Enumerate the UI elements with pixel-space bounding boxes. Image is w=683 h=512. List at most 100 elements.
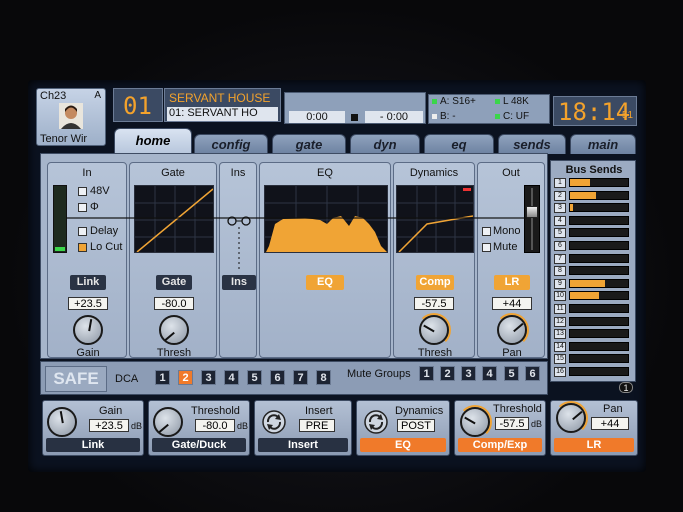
encoder-threshold-knob[interactable] <box>153 407 183 437</box>
eq-graph[interactable] <box>264 185 388 253</box>
encoder-comp-knob[interactable] <box>460 407 490 437</box>
tab-config[interactable]: config <box>194 134 268 154</box>
bus-send-row[interactable]: 12 <box>554 316 632 327</box>
bus-send-level[interactable] <box>569 354 629 364</box>
bus-send-row[interactable]: 16 <box>554 367 632 377</box>
encoder-pan-footer[interactable]: LR <box>554 438 634 452</box>
mute-group-6[interactable]: 6 <box>525 366 540 381</box>
bus-send-row[interactable]: 11 <box>554 304 632 314</box>
dca-button-7[interactable]: 7 <box>293 370 308 385</box>
bus-page-indicator[interactable]: 1 <box>619 382 633 393</box>
bus-send-row[interactable]: 3 <box>554 203 632 214</box>
bus-send-level[interactable] <box>569 367 629 376</box>
label-48v: 48V <box>90 185 110 197</box>
pan-knob[interactable] <box>497 315 527 345</box>
tab-dyn[interactable]: dyn <box>350 134 420 154</box>
lr-button[interactable]: LR <box>494 275 530 290</box>
encoder-gain[interactable]: Gain +23.5 dB Link <box>42 400 144 456</box>
bus-send-row[interactable]: 2 <box>554 190 632 201</box>
mute-group-5[interactable]: 5 <box>504 366 519 381</box>
fader-cap[interactable] <box>526 206 538 218</box>
bus-send-row[interactable]: 1 <box>554 178 632 188</box>
output-fader[interactable] <box>524 185 540 253</box>
mute-group-2[interactable]: 2 <box>440 366 455 381</box>
encoder-gain-footer[interactable]: Link <box>46 438 140 452</box>
encoder-threshold[interactable]: Threshold -80.0 dB Gate/Duck <box>148 400 250 456</box>
dca-button-3[interactable]: 3 <box>201 370 216 385</box>
gate-graph[interactable] <box>134 185 214 253</box>
encoder-dynamics[interactable]: Dynamics POST EQ <box>356 400 450 456</box>
safe-button[interactable]: SAFE <box>45 366 107 392</box>
link-button[interactable]: Link <box>70 275 106 290</box>
encoder-gain-knob[interactable] <box>47 407 77 437</box>
encoder-comp-threshold[interactable]: Threshold -57.5 dB Comp/Exp <box>454 400 546 456</box>
bus-send-level[interactable] <box>569 329 629 339</box>
bus-send-level[interactable] <box>569 215 629 225</box>
bus-send-number: 16 <box>554 367 566 377</box>
bus-send-level[interactable] <box>569 316 629 326</box>
gate-threshold-knob[interactable] <box>159 315 189 345</box>
bus-send-row[interactable]: 4 <box>554 215 632 226</box>
bus-send-level[interactable] <box>569 291 629 301</box>
bus-send-row[interactable]: 5 <box>554 228 632 239</box>
bus-send-level[interactable] <box>569 228 629 238</box>
tab-main[interactable]: main <box>570 134 636 154</box>
checkbox-mute[interactable] <box>482 243 491 252</box>
bus-send-row[interactable]: 9 <box>554 278 632 289</box>
mute-group-4[interactable]: 4 <box>482 366 497 381</box>
bus-send-row[interactable]: 13 <box>554 329 632 340</box>
bus-send-row[interactable]: 6 <box>554 241 632 251</box>
mute-group-1[interactable]: 1 <box>419 366 434 381</box>
comp-button[interactable]: Comp <box>416 275 454 290</box>
dca-button-5[interactable]: 5 <box>247 370 262 385</box>
dca-button-2[interactable]: 2 <box>178 370 193 385</box>
gate-button[interactable]: Gate <box>156 275 192 290</box>
comp-threshold-knob[interactable] <box>419 315 449 345</box>
bus-send-level[interactable] <box>569 253 629 263</box>
transport-display[interactable]: 0:00 - 0:00 <box>284 92 426 124</box>
dynamics-graph[interactable] <box>396 185 474 253</box>
bus-send-row[interactable]: 10 <box>554 291 632 302</box>
checkbox-phase[interactable] <box>78 203 87 212</box>
tab-home[interactable]: home <box>114 128 192 154</box>
status-dot-c <box>495 114 500 119</box>
checkbox-delay[interactable] <box>78 227 87 236</box>
mute-group-3[interactable]: 3 <box>461 366 476 381</box>
bus-send-row[interactable]: 15 <box>554 354 632 365</box>
gain-knob[interactable] <box>73 315 103 345</box>
eq-button[interactable]: EQ <box>306 275 344 290</box>
encoder-insert[interactable]: Insert PRE Insert <box>254 400 352 456</box>
bus-send-level[interactable] <box>569 266 629 276</box>
bus-send-row[interactable]: 8 <box>554 266 632 277</box>
dca-button-6[interactable]: 6 <box>270 370 285 385</box>
dca-button-8[interactable]: 8 <box>316 370 331 385</box>
encoder-threshold-footer[interactable]: Gate/Duck <box>152 438 246 452</box>
encoder-dynamics-footer[interactable]: EQ <box>360 438 446 452</box>
dca-button-1[interactable]: 1 <box>155 370 170 385</box>
encoder-comp-footer[interactable]: Comp/Exp <box>458 438 542 452</box>
bus-send-level[interactable] <box>569 241 629 250</box>
tab-sends[interactable]: sends <box>498 134 566 154</box>
bus-send-row[interactable]: 14 <box>554 341 632 352</box>
stop-icon[interactable] <box>351 114 358 121</box>
bus-send-row[interactable]: 7 <box>554 253 632 264</box>
ins-button[interactable]: Ins <box>222 275 256 290</box>
checkbox-mono[interactable] <box>482 227 491 236</box>
checkbox-locut[interactable] <box>78 243 87 252</box>
bus-send-level[interactable] <box>569 341 629 351</box>
bus-send-level[interactable] <box>569 278 629 288</box>
gate-threshold-value: -80.0 <box>154 297 194 310</box>
channel-badge[interactable]: Ch23 A Tenor Wir <box>36 88 106 146</box>
encoder-pan-knob[interactable] <box>556 403 586 433</box>
dca-button-4[interactable]: 4 <box>224 370 239 385</box>
encoder-pan[interactable]: Pan +44 LR <box>550 400 638 456</box>
encoder-insert-footer[interactable]: Insert <box>258 438 348 452</box>
tab-gate[interactable]: gate <box>272 134 346 154</box>
bus-send-level[interactable] <box>569 178 629 187</box>
bus-send-level[interactable] <box>569 304 629 313</box>
bus-send-level[interactable] <box>569 190 629 200</box>
tab-eq[interactable]: eq <box>424 134 494 154</box>
scene-display[interactable]: SERVANT HOUSE 01: SERVANT HO <box>164 88 281 122</box>
checkbox-48v[interactable] <box>78 187 87 196</box>
bus-send-level[interactable] <box>569 203 629 213</box>
